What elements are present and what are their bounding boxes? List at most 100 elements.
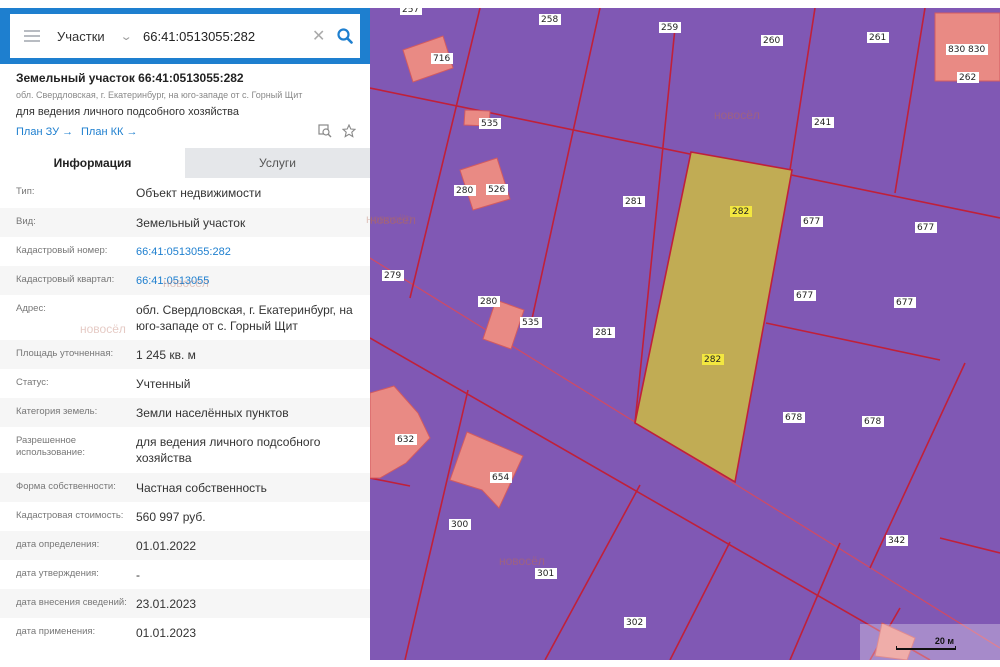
parcel-label[interactable]: 259 bbox=[661, 23, 678, 33]
watermark-logo: новосёл bbox=[714, 108, 760, 122]
parcel-label[interactable]: 301 bbox=[537, 569, 554, 579]
property-value: для ведения личного подсобного хозяйства bbox=[136, 435, 321, 465]
property-label: Категория земель: bbox=[16, 406, 98, 417]
parcel-label[interactable]: 300 bbox=[451, 520, 468, 530]
watermark-logo: новосёл bbox=[80, 322, 126, 336]
property-value: Учтенный bbox=[136, 377, 191, 391]
property-value: - bbox=[136, 568, 140, 582]
search-bar: Участки ⌄ 66:41:0513055:282 ✕ bbox=[0, 8, 370, 64]
property-row: Кадастровая стоимость: 560 997 руб. bbox=[0, 502, 370, 531]
parcel-label[interactable]: 280 bbox=[456, 186, 473, 196]
clear-icon[interactable]: ✕ bbox=[312, 26, 330, 46]
menu-icon[interactable] bbox=[24, 30, 40, 42]
plan-zu-link[interactable]: План ЗУ → bbox=[16, 126, 73, 138]
property-value: обл. Свердловская, г. Екатеринбург, на ю… bbox=[136, 303, 353, 333]
scale-bar bbox=[896, 646, 956, 650]
property-row: дата применения: 01.01.2023 bbox=[0, 618, 370, 647]
tab-info[interactable]: Информация bbox=[0, 148, 185, 178]
parcel-label[interactable]: 302 bbox=[626, 618, 643, 628]
parcel-label[interactable]: 342 bbox=[888, 536, 905, 546]
parcel-label[interactable]: 281 bbox=[595, 328, 612, 338]
property-row: Статус: Учтенный bbox=[0, 369, 370, 398]
parcel-label[interactable]: 677 bbox=[896, 298, 913, 308]
property-row: Площадь уточненная: 1 245 кв. м bbox=[0, 340, 370, 369]
property-row: Категория земель: Земли населённых пункто… bbox=[0, 398, 370, 427]
property-row: Форма собственности: Частная собственност… bbox=[0, 473, 370, 502]
parcel-label[interactable]: 677 bbox=[803, 217, 820, 227]
search-box: Участки ⌄ 66:41:0513055:282 ✕ bbox=[10, 14, 360, 58]
property-value: 560 997 руб. bbox=[136, 510, 206, 524]
star-icon[interactable] bbox=[341, 123, 357, 143]
zoom-to-icon[interactable] bbox=[318, 124, 332, 143]
parcel-purpose: для ведения личного подсобного хозяйства bbox=[16, 106, 239, 118]
property-value: 1 245 кв. м bbox=[136, 348, 196, 362]
parcel-label[interactable]: 830 bbox=[948, 45, 965, 55]
property-label: дата внесения сведений: bbox=[16, 597, 127, 608]
parcel-label[interactable]: 535 bbox=[481, 119, 498, 129]
property-label: дата применения: bbox=[16, 626, 96, 637]
property-label: Тип: bbox=[16, 186, 35, 197]
layer-select[interactable]: Участки bbox=[57, 29, 123, 44]
watermark-logo: новосёл bbox=[499, 554, 545, 568]
property-value: Земельный участок bbox=[136, 216, 246, 230]
scale-backdrop bbox=[860, 624, 1000, 660]
parcel-label[interactable]: 279 bbox=[384, 271, 401, 281]
property-label: Кадастровый квартал: bbox=[16, 274, 115, 285]
parcel-label[interactable]: 526 bbox=[488, 185, 505, 195]
cadastral-map-app: Участки ⌄ 66:41:0513055:282 ✕ ‹ Земельны… bbox=[0, 0, 1000, 667]
parcel-label[interactable]: 262 bbox=[959, 73, 976, 83]
info-panel: Участки ⌄ 66:41:0513055:282 ✕ ‹ Земельны… bbox=[0, 0, 384, 667]
property-link[interactable]: 66:41:0513055:282 bbox=[136, 244, 362, 260]
parcel-title: Земельный участок 66:41:0513055:282 bbox=[16, 71, 244, 85]
parcel-label[interactable]: 654 bbox=[492, 473, 509, 483]
property-row: Разрешенное использование: для ведения ли… bbox=[0, 427, 370, 473]
property-label: дата определения: bbox=[16, 539, 100, 550]
map-canvas[interactable]: 257 258 259 260 261 262 830 830 716 535 280 526 281 2… bbox=[370, 8, 1000, 660]
parcel-label[interactable]: 282 bbox=[704, 355, 721, 365]
property-value: Объект недвижимости bbox=[136, 186, 262, 200]
search-icon[interactable] bbox=[330, 28, 360, 44]
property-value: Земли населённых пунктов bbox=[136, 406, 289, 420]
property-row: Тип: Объект недвижимости bbox=[0, 178, 370, 208]
tab-services[interactable]: Услуги bbox=[185, 148, 370, 178]
watermark-logo: новосёл bbox=[366, 212, 412, 226]
parcel-label[interactable]: 282 bbox=[732, 207, 749, 217]
parcel-label[interactable]: 677 bbox=[796, 291, 813, 301]
watermark-logo: новосёл bbox=[163, 276, 209, 290]
parcel-label[interactable]: 678 bbox=[864, 417, 881, 427]
property-value: 01.01.2023 bbox=[136, 626, 197, 640]
property-row: Вид: Земельный участок bbox=[0, 208, 370, 237]
chevron-down-icon[interactable]: ⌄ bbox=[120, 30, 142, 43]
parcel-label[interactable]: 632 bbox=[397, 435, 414, 445]
property-label: Статус: bbox=[16, 377, 49, 388]
property-label: Площадь уточненная: bbox=[16, 348, 114, 359]
property-label: Адрес: bbox=[16, 303, 46, 314]
parcel-label[interactable]: 241 bbox=[814, 118, 831, 128]
property-label: дата утверждения: bbox=[16, 568, 99, 579]
parcel-label[interactable]: 535 bbox=[522, 318, 539, 328]
property-value: Частная собственность bbox=[136, 481, 267, 495]
parcel-label[interactable]: 281 bbox=[625, 197, 642, 207]
property-row: дата определения: 01.01.2022 bbox=[0, 531, 370, 560]
parcel-label[interactable]: 258 bbox=[541, 15, 558, 25]
property-row: дата утверждения: - bbox=[0, 560, 370, 589]
parcel-label[interactable]: 257 bbox=[402, 8, 419, 15]
parcel-label[interactable]: 260 bbox=[763, 36, 780, 46]
parcel-label[interactable]: 261 bbox=[869, 33, 886, 43]
plan-kk-link[interactable]: План КК → bbox=[81, 126, 137, 138]
search-input[interactable]: 66:41:0513055:282 bbox=[143, 29, 312, 44]
parcel-label[interactable]: 716 bbox=[433, 54, 450, 64]
map-view[interactable]: 257 258 259 260 261 262 830 830 716 535 280 526 281 2… bbox=[370, 8, 1000, 660]
property-value: 23.01.2023 bbox=[136, 597, 197, 611]
property-row: Кадастровый номер: 66:41:0513055:282 bbox=[0, 237, 370, 266]
property-label: Кадастровый номер: bbox=[16, 245, 108, 256]
parcel-label[interactable]: 678 bbox=[785, 413, 802, 423]
parcel-label[interactable]: 677 bbox=[917, 223, 934, 233]
card-actions bbox=[318, 123, 357, 143]
parcel-label[interactable]: 280 bbox=[480, 297, 497, 307]
property-label: Вид: bbox=[16, 216, 36, 227]
parcel-label[interactable]: 830 bbox=[968, 45, 985, 55]
tabs: Информация Услуги bbox=[0, 148, 370, 178]
property-label: Разрешенное использование: bbox=[16, 435, 86, 458]
properties-list: Тип: Объект недвижимости Вид: Земельный уча… bbox=[0, 178, 370, 647]
